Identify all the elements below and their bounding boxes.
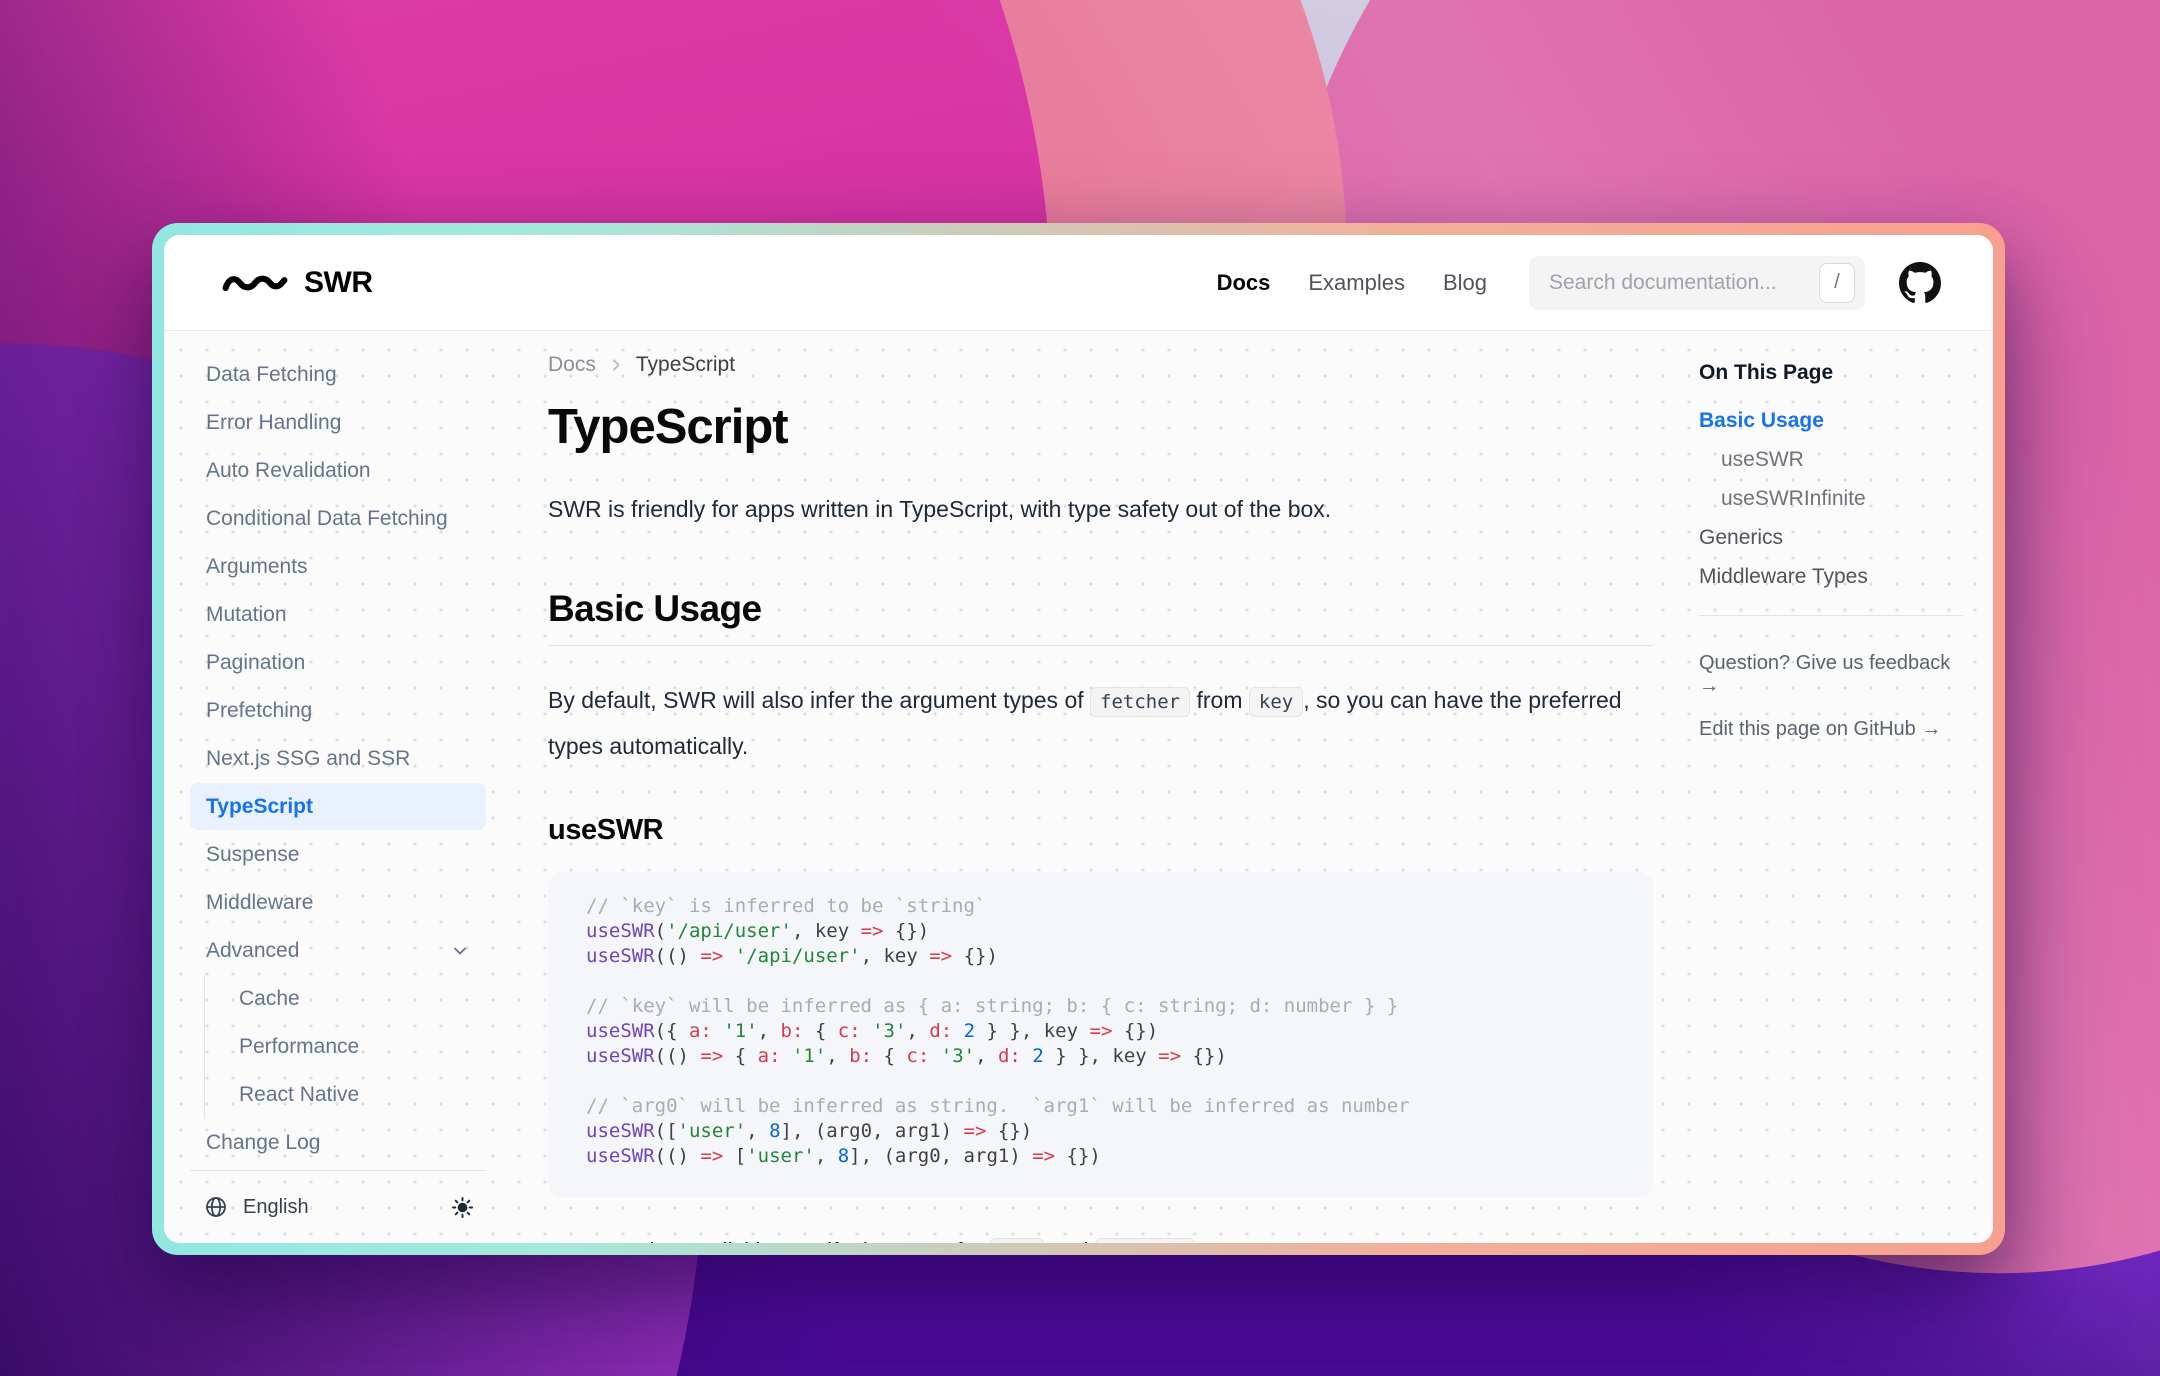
- sidebar-footer: English: [190, 1170, 486, 1243]
- code-line: useSWR(['user', 8], (arg0, arg1) => {}): [586, 1119, 1615, 1144]
- heading-useswr: useSWR: [548, 812, 1653, 848]
- toc-item-useswrinfinite[interactable]: useSWRInfinite: [1699, 487, 1963, 511]
- toc-divider: [1699, 615, 1963, 616]
- chevron-right-icon: [608, 357, 624, 373]
- theme-toggle-button[interactable]: [445, 1190, 480, 1225]
- github-icon: [1899, 262, 1941, 304]
- language-label: English: [243, 1196, 309, 1219]
- main-content: Docs TypeScript TypeScript SWR is friend…: [504, 331, 1693, 1243]
- sidebar: Data Fetching Error Handling Auto Revalida…: [164, 331, 504, 1243]
- sidebar-item-next-js-ssg-and-ssr[interactable]: Next.js SSG and SSR: [190, 735, 486, 782]
- sidebar-item-label: Suspense: [206, 843, 299, 867]
- nav-item-examples[interactable]: Examples: [1308, 270, 1405, 296]
- toc-item-generics[interactable]: Generics: [1699, 526, 1963, 550]
- sidebar-subsection: CachePerformanceReact Native: [204, 975, 504, 1118]
- search-input[interactable]: [1549, 271, 1819, 295]
- inline-code: key: [1249, 687, 1303, 717]
- language-selector[interactable]: English: [204, 1195, 309, 1219]
- sidebar-item-arguments[interactable]: Arguments: [190, 543, 486, 590]
- search-shortcut-kbd: /: [1819, 263, 1855, 303]
- search-box[interactable]: /: [1529, 256, 1865, 310]
- sidebar-item-change-log[interactable]: Change Log: [190, 1119, 486, 1166]
- github-link[interactable]: [1899, 262, 1941, 304]
- toc-item-middleware-types[interactable]: Middleware Types: [1699, 565, 1963, 589]
- site-header: SWR Docs Examples Blog /: [164, 235, 1993, 331]
- top-navigation: Docs Examples Blog: [1217, 270, 1487, 296]
- sidebar-item-performance[interactable]: Performance: [205, 1023, 500, 1070]
- desktop: SWR DocsExamplesBlog / Da: [0, 0, 2160, 1376]
- code-line: useSWR(() => '/api/user', key => {}): [586, 944, 1615, 969]
- sidebar-item-data-fetching[interactable]: Data Fetching: [190, 351, 486, 398]
- sidebar-item-label: Prefetching: [206, 699, 312, 723]
- sidebar-item-error-handling[interactable]: Error Handling: [190, 399, 486, 446]
- swr-logo-icon: [222, 271, 288, 295]
- toc-items: Basic Usage useSWR useSWRInfinite Generics M…: [1699, 409, 1963, 589]
- sidebar-item-label: Change Log: [206, 1131, 320, 1155]
- toc-item-basic-usage[interactable]: Basic Usage: [1699, 409, 1963, 433]
- sidebar-item-prefetching[interactable]: Prefetching: [190, 687, 486, 734]
- sidebar-item-label: TypeScript: [206, 795, 313, 819]
- sun-icon: [451, 1196, 474, 1219]
- toc-item-useswr[interactable]: useSWR: [1699, 448, 1963, 472]
- sidebar-item-cache[interactable]: Cache: [205, 975, 500, 1022]
- code-line: // `key` will be inferred as { a: string…: [586, 994, 1615, 1019]
- section-divider: [548, 645, 1653, 646]
- paragraph: By default, SWR will also infer the argu…: [548, 678, 1653, 768]
- nav-item-docs[interactable]: Docs: [1217, 270, 1271, 296]
- sidebar-item-label: Auto Revalidation: [206, 459, 371, 483]
- inline-code: fetcher: [1095, 1238, 1195, 1243]
- nav-item-blog[interactable]: Blog: [1443, 270, 1487, 296]
- toc-links: Question? Give us feedback → Edit this pa…: [1699, 652, 1963, 741]
- sidebar-item-label: Error Handling: [206, 411, 341, 435]
- code-line: useSWR(() => { a: '1', b: { c: '3', d: 2…: [586, 1044, 1615, 1069]
- sidebar-item-typescript[interactable]: TypeScript: [190, 783, 486, 830]
- sidebar-item-label: Conditional Data Fetching: [206, 507, 448, 531]
- swr-logo[interactable]: SWR: [222, 266, 373, 300]
- paragraph-clipped: You can also explicitly specify the type…: [548, 1229, 1653, 1243]
- sidebar-item-label: Next.js SSG and SSR: [206, 747, 410, 771]
- code-line: useSWR(() => ['user', 8], (arg0, arg1) =…: [586, 1144, 1615, 1169]
- sidebar-item-label: Pagination: [206, 651, 305, 675]
- sidebar-item-label: Arguments: [206, 555, 308, 579]
- table-of-contents: On This Page Basic Usage useSWR useSWRInfi…: [1693, 331, 1993, 1243]
- code-line: [586, 969, 1615, 994]
- sidebar-item-middleware[interactable]: Middleware: [190, 879, 486, 926]
- sidebar-item-mutation[interactable]: Mutation: [190, 591, 486, 638]
- code-line: // `arg0` will be inferred as string. `a…: [586, 1094, 1615, 1119]
- breadcrumb-docs[interactable]: Docs: [548, 353, 596, 377]
- code-line: [586, 1069, 1615, 1094]
- swr-docs-page: SWR DocsExamplesBlog / Da: [164, 235, 1993, 1243]
- logo-text: SWR: [304, 266, 373, 300]
- sidebar-navigation: Data Fetching Error Handling Auto Revalida…: [190, 351, 504, 1167]
- breadcrumb-current: TypeScript: [636, 353, 735, 377]
- browser-window: SWR DocsExamplesBlog / Da: [152, 223, 2005, 1255]
- inline-code: key: [990, 1238, 1044, 1243]
- inline-code: fetcher: [1090, 687, 1190, 717]
- sidebar-item-label: Middleware: [206, 891, 313, 915]
- globe-icon: [204, 1195, 228, 1219]
- sidebar-item-react-native[interactable]: React Native: [205, 1071, 500, 1118]
- breadcrumb: Docs TypeScript: [548, 353, 1653, 377]
- code-block: // `key` is inferred to be `string`useSW…: [548, 872, 1653, 1197]
- sidebar-item-advanced[interactable]: Advanced: [190, 927, 486, 974]
- sidebar-item-suspense[interactable]: Suspense: [190, 831, 486, 878]
- toc-link-question-give-us-feedback[interactable]: Question? Give us feedback →: [1699, 652, 1963, 698]
- toc-link-edit-this-page-on-github[interactable]: Edit this page on GitHub →: [1699, 718, 1963, 741]
- chevron-down-icon: [450, 941, 470, 961]
- heading-basic-usage: Basic Usage: [548, 587, 1653, 631]
- intro-paragraph: SWR is friendly for apps written in Type…: [548, 491, 1653, 527]
- sidebar-item-label: Data Fetching: [206, 363, 337, 387]
- code-line: // `key` is inferred to be `string`: [586, 894, 1615, 919]
- code-line: useSWR({ a: '1', b: { c: '3', d: 2 } }, …: [586, 1019, 1615, 1044]
- sidebar-item-label: Advanced: [206, 939, 299, 963]
- sidebar-item-pagination[interactable]: Pagination: [190, 639, 486, 686]
- sidebar-item-label: Mutation: [206, 603, 287, 627]
- page-body: Data Fetching Error Handling Auto Revalida…: [164, 331, 1993, 1243]
- toc-heading: On This Page: [1699, 361, 1963, 385]
- code-line: useSWR('/api/user', key => {}): [586, 919, 1615, 944]
- page-title: TypeScript: [548, 399, 1653, 455]
- sidebar-item-conditional-data-fetching[interactable]: Conditional Data Fetching: [190, 495, 486, 542]
- sidebar-item-auto-revalidation[interactable]: Auto Revalidation: [190, 447, 486, 494]
